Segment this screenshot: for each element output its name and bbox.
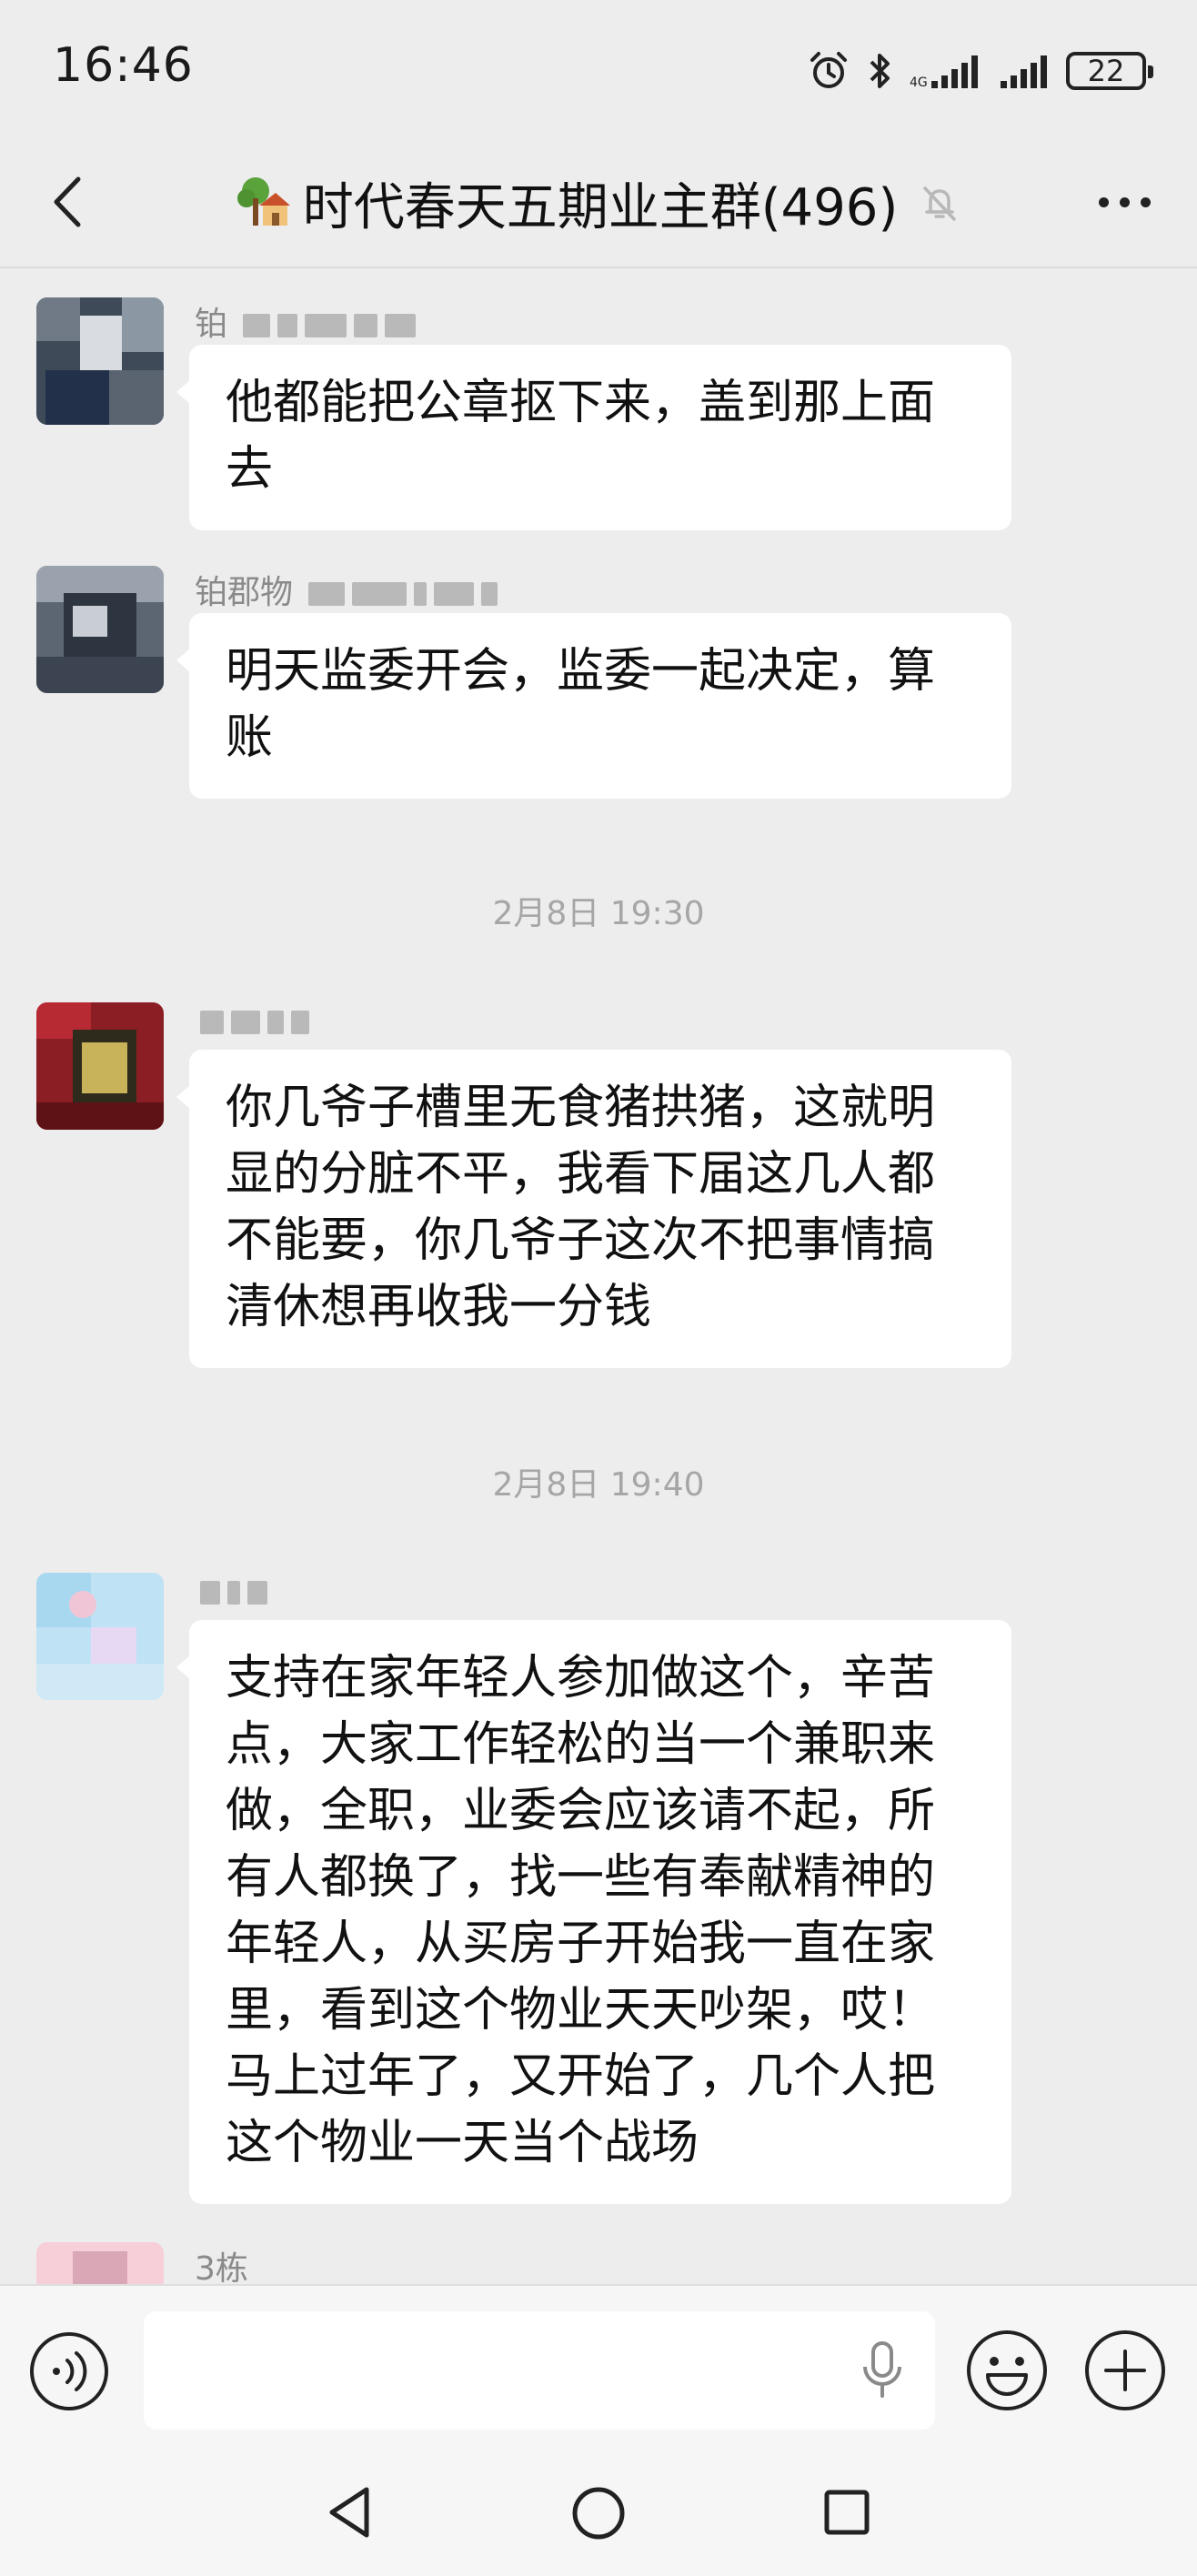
add-more-button[interactable] (1082, 2328, 1168, 2413)
timestamp: 2月8日 19:40 (492, 1466, 705, 1504)
avatar[interactable] (36, 1002, 164, 1130)
sender-name-text: 铂 (195, 306, 228, 343)
chat-header: 时代春天五期业主群(496) (0, 136, 1197, 268)
redacted-name (200, 1002, 317, 1039)
emoji-button[interactable] (964, 2328, 1050, 2413)
voice-mode-button[interactable] (27, 2329, 111, 2413)
nav-home-button[interactable] (566, 2480, 631, 2546)
battery-level: 22 (1087, 54, 1125, 88)
timestamp: 2月8日 19:30 (492, 895, 705, 932)
avatar[interactable] (36, 566, 164, 693)
redacted-name (308, 574, 505, 610)
avatar[interactable] (36, 1573, 164, 1700)
message-bubble[interactable]: 你几爷子槽里无食猪拱猪，这就明显的分脏不平，我看下届这几人都不能要，你几爷子这次… (176, 1050, 1011, 1368)
bluetooth-icon (866, 50, 893, 92)
message-item: 铂郡物 明天监委开会，监委一起决定，算账 (0, 566, 1197, 811)
status-icons: 4G 22 (808, 45, 1153, 96)
sender-name (195, 1573, 275, 1613)
title-wrap: 时代春天五期业主群(496) (0, 162, 1197, 244)
more-options-button[interactable] (1088, 182, 1161, 222)
signal-icon (999, 50, 1050, 92)
sender-name (195, 1002, 317, 1042)
more-dots-icon (1098, 196, 1109, 207)
system-nav-bar (0, 2453, 1197, 2576)
sender-name: 3栋 (195, 2250, 248, 2284)
svg-text:4G: 4G (910, 75, 928, 90)
plus-icon (1085, 2330, 1165, 2410)
nav-recents-button[interactable] (815, 2480, 879, 2544)
emoji-icon (967, 2330, 1047, 2410)
message-item: 支持在家年轻人参加做这个，辛苦点，大家工作轻松的当一个兼职来做，全职，业委会应该… (0, 1573, 1197, 2204)
signal-icon: 4G (910, 50, 982, 92)
message-item: 你几爷子槽里无食猪拱猪，这就明显的分脏不平，我看下届这几人都不能要，你几爷子这次… (0, 1002, 1197, 1368)
house-tree-emoji-icon (236, 177, 290, 226)
sender-name-text: 铂郡物 (195, 574, 294, 611)
battery-icon: 22 (1066, 52, 1153, 90)
voice-mode-icon (30, 2332, 108, 2410)
status-time: 16:46 (53, 38, 194, 93)
microphone-icon (863, 2341, 901, 2398)
message-bubble[interactable]: 他都能把公章抠下来，盖到那上面去 (176, 345, 1011, 530)
avatar[interactable] (36, 2242, 164, 2284)
status-bar: 16:46 4G 22 (0, 0, 1197, 136)
bell-muted-icon (923, 186, 957, 221)
alarm-icon (808, 50, 850, 92)
microphone-button[interactable] (850, 2337, 914, 2406)
nav-recents-icon (824, 2490, 870, 2535)
nav-home-icon (572, 2487, 625, 2540)
avatar[interactable] (36, 297, 164, 425)
redacted-name (243, 306, 423, 342)
nav-back-icon (329, 2487, 369, 2538)
sender-name: 铂 (195, 297, 423, 343)
sender-name: 铂郡物 (195, 566, 505, 611)
input-bar (0, 2284, 1197, 2453)
message-bubble[interactable]: 明天监委开会，监委一起决定，算账 (176, 613, 1011, 799)
message-list[interactable]: 铂 他都能把公章抠下来，盖到那上面去 铂郡物 明天监委开会，监委一起决定，算账 … (0, 270, 1197, 2284)
redacted-name (200, 1573, 275, 1609)
message-bubble[interactable]: 支持在家年轻人参加做这个，辛苦点，大家工作轻松的当一个兼职来做，全职，业委会应该… (176, 1620, 1011, 2204)
nav-back-button[interactable] (318, 2480, 382, 2544)
message-item: 3栋 (0, 2242, 1197, 2284)
chat-title: 时代春天五期业主群(496) (302, 177, 899, 237)
message-item: 铂 他都能把公章抠下来，盖到那上面去 (0, 297, 1197, 552)
message-input[interactable] (144, 2311, 935, 2430)
